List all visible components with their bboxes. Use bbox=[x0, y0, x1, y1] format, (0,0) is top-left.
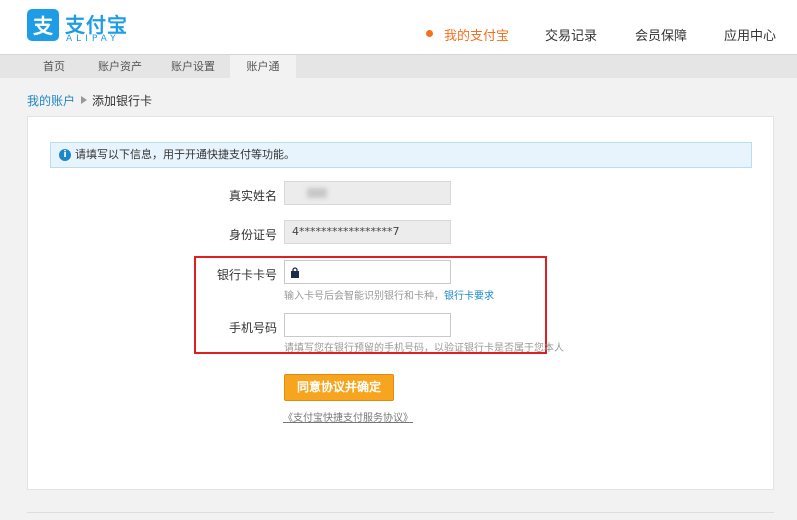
footer-divider bbox=[27, 512, 774, 513]
breadcrumb-my-account[interactable]: 我的账户 bbox=[27, 94, 75, 108]
subnav-settings[interactable]: 账户设置 bbox=[160, 55, 226, 78]
subnav-assets[interactable]: 账户资产 bbox=[88, 55, 152, 78]
info-icon: i bbox=[59, 149, 71, 161]
sub-nav: 首页 账户资产 账户设置 账户通 bbox=[0, 54, 797, 78]
nav-my-alipay[interactable]: 我的支付宝 bbox=[444, 25, 509, 44]
breadcrumb: 我的账户 添加银行卡 bbox=[27, 92, 152, 109]
nav-transactions[interactable]: 交易记录 bbox=[545, 25, 597, 44]
lock-icon bbox=[291, 267, 299, 278]
card-requirements-link[interactable]: 银行卡要求 bbox=[444, 291, 494, 302]
id-number-label: 身份证号 bbox=[228, 228, 277, 242]
top-header: 支 支付宝 ALIPAY 我的支付宝 交易记录 会员保障 应用中心 bbox=[0, 0, 797, 54]
real-name-field bbox=[284, 181, 451, 205]
real-name-label: 真实姓名 bbox=[228, 189, 277, 203]
active-dot-icon bbox=[426, 30, 433, 37]
phone-label: 手机号码 bbox=[228, 321, 277, 335]
phone-input[interactable] bbox=[284, 313, 451, 337]
blurred-name bbox=[307, 188, 327, 198]
add-bank-card-panel: i 请填写以下信息，用于开通快捷支付等功能。 真实姓名 身份证号 4******… bbox=[27, 116, 774, 490]
card-number-label: 银行卡卡号 bbox=[216, 268, 277, 282]
breadcrumb-current: 添加银行卡 bbox=[92, 94, 153, 108]
info-notice: i 请填写以下信息，用于开通快捷支付等功能。 bbox=[50, 142, 752, 168]
breadcrumb-arrow-icon bbox=[81, 96, 88, 104]
subnav-account-link[interactable]: 账户通 bbox=[230, 55, 296, 78]
subnav-home[interactable]: 首页 bbox=[20, 55, 88, 78]
id-number-field: 4*****************7 bbox=[284, 220, 451, 244]
phone-hint: 请填写您在银行预留的手机号码，以验证银行卡是否属于您本人 bbox=[284, 343, 564, 354]
card-number-hint: 输入卡号后会智能识别银行和卡种，银行卡要求 bbox=[284, 291, 494, 302]
card-number-input[interactable] bbox=[284, 260, 451, 284]
main-nav: 我的支付宝 交易记录 会员保障 应用中心 bbox=[0, 25, 797, 45]
nav-member-protection[interactable]: 会员保障 bbox=[635, 25, 687, 44]
agreement-link[interactable]: 《支付宝快捷支付服务协议》 bbox=[283, 409, 413, 424]
nav-app-center[interactable]: 应用中心 bbox=[724, 25, 776, 44]
agree-confirm-button[interactable]: 同意协议并确定 bbox=[284, 374, 394, 401]
notice-text: 请填写以下信息，用于开通快捷支付等功能。 bbox=[75, 148, 295, 161]
